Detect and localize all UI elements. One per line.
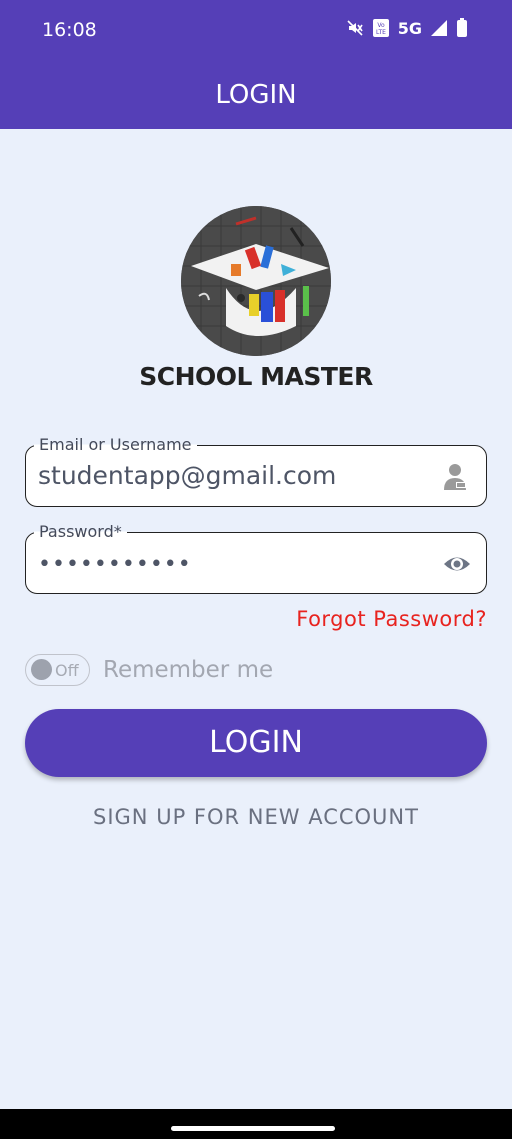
mute-icon	[346, 19, 364, 37]
status-icons: Vo LTE 5G	[346, 18, 468, 38]
home-handle[interactable]	[171, 1126, 335, 1131]
login-button[interactable]: LOGIN	[25, 709, 487, 777]
remember-me-label: Remember me	[103, 657, 274, 683]
email-field-value[interactable]: studentapp@gmail.com	[38, 461, 336, 490]
svg-text:LTE: LTE	[376, 29, 386, 36]
school-logo	[181, 206, 331, 356]
email-field[interactable]: Email or Username studentapp@gmail.com	[25, 435, 487, 507]
eye-icon[interactable]	[442, 549, 472, 579]
status-time: 16:08	[42, 19, 97, 41]
status-bar: 16:08 Vo LTE 5G	[0, 0, 512, 60]
password-field-label: Password*	[34, 522, 127, 541]
page-title: LOGIN	[215, 80, 297, 110]
toggle-knob	[31, 659, 52, 680]
network-label: 5G	[397, 18, 422, 38]
signal-icon	[430, 19, 448, 37]
app-bar: LOGIN	[0, 60, 512, 129]
navigation-bar	[0, 1109, 512, 1139]
signup-link[interactable]: SIGN UP FOR NEW ACCOUNT	[0, 805, 512, 829]
brand-name: SCHOOL MASTER	[139, 362, 373, 391]
volte-icon: Vo LTE	[372, 18, 390, 38]
password-field[interactable]: Password* •••••••••••	[25, 522, 487, 594]
toggle-state-text: Off	[55, 661, 79, 680]
password-field-value[interactable]: •••••••••••	[38, 552, 192, 577]
svg-text:Vo: Vo	[377, 22, 385, 29]
battery-icon	[456, 18, 468, 38]
email-field-label: Email or Username	[34, 435, 197, 454]
student-icon	[442, 462, 472, 492]
remember-toggle[interactable]: Off	[25, 654, 90, 686]
forgot-password-link[interactable]: Forgot Password?	[296, 607, 487, 631]
